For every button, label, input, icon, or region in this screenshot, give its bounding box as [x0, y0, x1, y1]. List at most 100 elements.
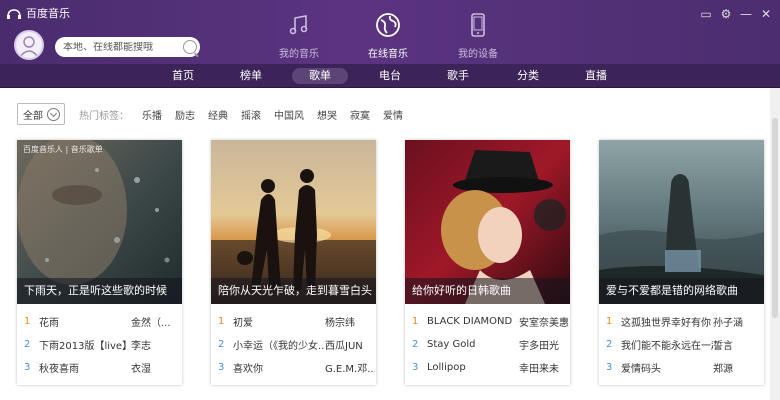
subnav-radio[interactable]: 电台 — [372, 68, 408, 84]
song-row[interactable]: 2 下雨2013版【live】 李志 — [17, 333, 182, 356]
close-icon[interactable]: ✕ — [760, 8, 772, 20]
song-row[interactable]: 1 BLACK DIAMOND 安室奈美惠 — [405, 310, 570, 333]
song-title[interactable]: 这孤独世界幸好有你 — [617, 314, 713, 329]
tag-item[interactable]: 乐播 — [142, 107, 162, 122]
song-rank: 2 — [24, 339, 31, 350]
song-title[interactable]: 下雨2013版【live】 — [35, 337, 131, 352]
song-artist[interactable]: 衣湿 — [131, 360, 181, 375]
user-icon — [19, 36, 39, 58]
song-row[interactable]: 1 这孤独世界幸好有你 孙子涵 — [599, 310, 764, 333]
tag-item[interactable]: 经典 — [208, 107, 228, 122]
song-artist[interactable]: G.E.M.邓... — [325, 360, 375, 375]
song-rank: 1 — [412, 316, 419, 327]
song-artist[interactable]: 郑源 — [713, 360, 763, 375]
song-artist[interactable]: 宇多田光 — [519, 337, 569, 352]
song-row[interactable]: 3 秋夜喜雨 衣湿 — [17, 356, 182, 379]
song-title[interactable]: 喜欢你 — [229, 360, 325, 375]
song-title[interactable]: 我们能不能永远在一起 — [617, 337, 713, 352]
song-row[interactable]: 2 我们能不能永远在一起 誓言 — [599, 333, 764, 356]
song-artist[interactable]: 李志 — [131, 337, 181, 352]
playlist-title[interactable]: 下雨天，正是听这些歌的时候 — [17, 278, 182, 304]
scrollbar-thumb[interactable] — [772, 118, 778, 318]
song-title[interactable]: BLACK DIAMOND — [423, 316, 519, 327]
tab-online-music-label: 在线音乐 — [368, 49, 408, 60]
song-rank: 3 — [218, 362, 225, 373]
song-artist[interactable]: 幸田来未 — [519, 360, 569, 375]
song-artist[interactable]: 西瓜JUN — [325, 337, 375, 352]
song-artist[interactable]: 杨宗纬 — [325, 314, 375, 329]
subnav-home[interactable]: 首页 — [165, 68, 201, 84]
song-row[interactable]: 1 花雨 金然（... — [17, 310, 182, 333]
playlist-title[interactable]: 陪你从天光乍破，走到暮雪白头 — [211, 278, 376, 304]
song-list: 1 BLACK DIAMOND 安室奈美惠 2 Stay Gold 宇多田光 3… — [405, 304, 570, 379]
skin-icon[interactable]: ▭ — [700, 8, 712, 20]
song-row[interactable]: 2 小幸运（《我的少女... 西瓜JUN — [211, 333, 376, 356]
tag-item[interactable]: 摇滚 — [241, 107, 261, 122]
search-icon[interactable] — [183, 40, 197, 54]
tab-my-device[interactable]: 我的设备 — [448, 12, 508, 60]
song-title[interactable]: 爱情码头 — [617, 360, 713, 375]
search-box — [55, 37, 200, 57]
subnav-charts[interactable]: 榜单 — [233, 68, 269, 84]
tab-online-music[interactable]: 在线音乐 — [358, 12, 418, 60]
playlist-card[interactable]: 陪你从天光乍破，走到暮雪白头 1 初爱 杨宗纬 2 小幸运（《我的少女... 西… — [211, 140, 376, 385]
all-dropdown[interactable]: 全部 — [17, 103, 65, 125]
song-title[interactable]: 初爱 — [229, 314, 325, 329]
sub-nav: 首页 榜单 歌单 电台 歌手 分类 直播 — [0, 64, 780, 88]
song-title[interactable]: Stay Gold — [423, 339, 519, 350]
song-rank: 3 — [606, 362, 613, 373]
song-artist[interactable]: 誓言 — [713, 337, 763, 352]
all-dropdown-label: 全部 — [23, 110, 43, 122]
tab-my-device-label: 我的设备 — [458, 49, 498, 60]
song-list: 1 初爱 杨宗纬 2 小幸运（《我的少女... 西瓜JUN 3 喜欢你 G.E.… — [211, 304, 376, 379]
subnav-categories[interactable]: 分类 — [510, 68, 546, 84]
song-row[interactable]: 1 初爱 杨宗纬 — [211, 310, 376, 333]
playlist-title[interactable]: 爱与不爱都是错的网络歌曲 — [599, 278, 764, 304]
cover-watermark: 百度音乐人 | 音乐歌单 — [23, 145, 103, 154]
subnav-live[interactable]: 直播 — [578, 68, 614, 84]
vertical-scrollbar[interactable] — [770, 88, 780, 400]
tag-item[interactable]: 励志 — [175, 107, 195, 122]
window-controls: ▭ ⚙ — ✕ — [700, 8, 772, 20]
song-list: 1 花雨 金然（... 2 下雨2013版【live】 李志 3 秋夜喜雨 衣湿 — [17, 304, 182, 379]
tag-item[interactable]: 爱情 — [383, 107, 403, 122]
gear-icon[interactable]: ⚙ — [720, 8, 732, 20]
search-input[interactable] — [63, 41, 175, 53]
song-rank: 1 — [606, 316, 613, 327]
song-artist[interactable]: 安室奈美惠 — [519, 314, 569, 329]
song-row[interactable]: 3 喜欢你 G.E.M.邓... — [211, 356, 376, 379]
song-artist[interactable]: 孙子涵 — [713, 314, 763, 329]
playlist-cover-image[interactable]: 爱与不爱都是错的网络歌曲 — [599, 140, 764, 304]
song-row[interactable]: 2 Stay Gold 宇多田光 — [405, 333, 570, 356]
playlist-cover-image[interactable]: 给你好听的日韩歌曲 — [405, 140, 570, 304]
song-rank: 3 — [24, 362, 31, 373]
song-artist[interactable]: 金然（... — [131, 314, 181, 329]
song-rank: 2 — [218, 339, 225, 350]
song-row[interactable]: 3 爱情码头 郑源 — [599, 356, 764, 379]
playlist-cover-image[interactable]: 陪你从天光乍破，走到暮雪白头 — [211, 140, 376, 304]
subnav-artists[interactable]: 歌手 — [440, 68, 476, 84]
minimize-icon[interactable]: — — [740, 8, 752, 20]
song-title[interactable]: 秋夜喜雨 — [35, 360, 131, 375]
subnav-playlists[interactable]: 歌单 — [292, 68, 348, 84]
song-title[interactable]: 花雨 — [35, 314, 131, 329]
hot-tags-label: 热门标签： — [79, 110, 129, 122]
tag-item[interactable]: 中国风 — [274, 107, 304, 122]
playlist-cover-image[interactable]: 百度音乐人 | 音乐歌单 下雨天，正是听这些歌的时候 — [17, 140, 182, 304]
song-title[interactable]: 小幸运（《我的少女... — [229, 337, 325, 352]
tag-item[interactable]: 想哭 — [317, 107, 337, 122]
song-rank: 1 — [24, 316, 31, 327]
playlist-card[interactable]: 给你好听的日韩歌曲 1 BLACK DIAMOND 安室奈美惠 2 Stay G… — [405, 140, 570, 385]
tag-item[interactable]: 寂寞 — [350, 107, 370, 122]
avatar[interactable] — [14, 30, 44, 60]
app-title-text: 百度音乐 — [26, 7, 70, 20]
playlist-card[interactable]: 百度音乐人 | 音乐歌单 下雨天，正是听这些歌的时候 1 花雨 金然（... 2… — [17, 140, 182, 385]
tag-filter: 全部 热门标签： 乐播 励志 经典 摇滚 中国风 想哭 寂寞 爱情 — [17, 103, 403, 125]
song-row[interactable]: 3 Lollipop 幸田来未 — [405, 356, 570, 379]
song-title[interactable]: Lollipop — [423, 362, 519, 373]
playlist-title[interactable]: 给你好听的日韩歌曲 — [405, 278, 570, 304]
song-rank: 2 — [412, 339, 419, 350]
tab-my-music-label: 我的音乐 — [279, 49, 319, 60]
tab-my-music[interactable]: 我的音乐 — [269, 12, 329, 60]
playlist-card[interactable]: 爱与不爱都是错的网络歌曲 1 这孤独世界幸好有你 孙子涵 2 我们能不能永远在一… — [599, 140, 764, 385]
